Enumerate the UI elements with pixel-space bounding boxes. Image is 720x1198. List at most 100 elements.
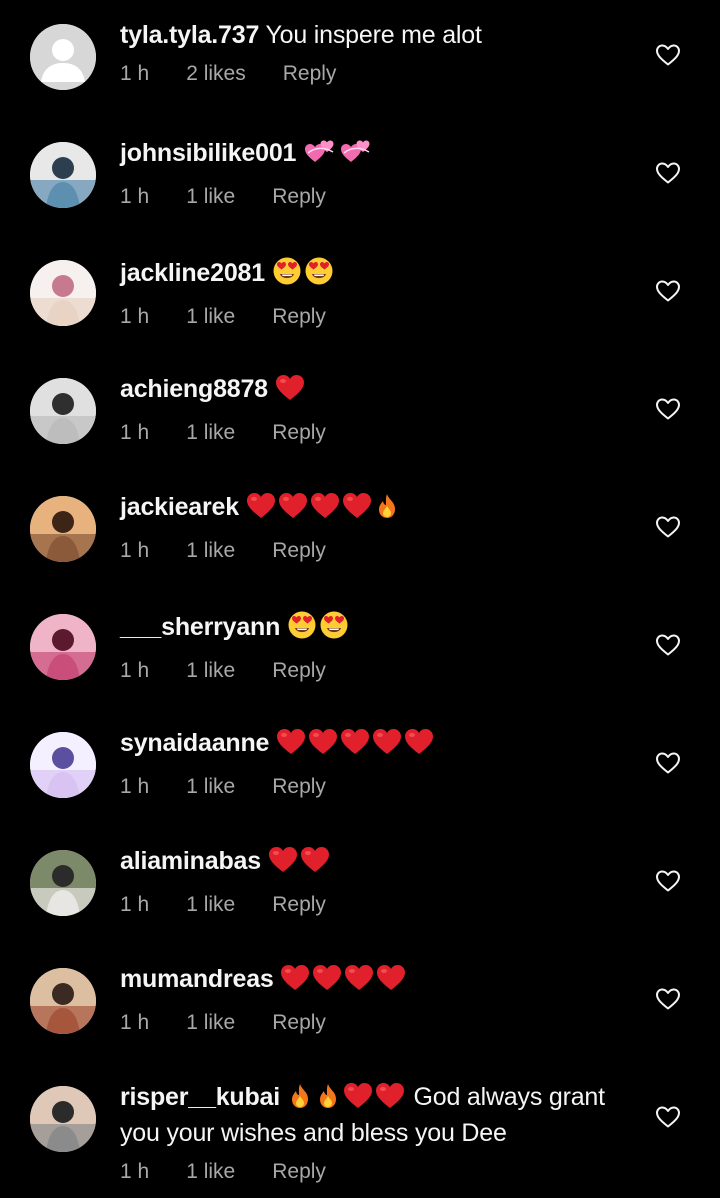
red-heart-emoji — [343, 1082, 373, 1118]
likes-count[interactable]: 1 like — [186, 658, 235, 684]
username-link[interactable]: achieng8878 — [120, 375, 268, 403]
avatar[interactable] — [30, 142, 96, 208]
likes-count[interactable]: 1 like — [186, 1159, 235, 1185]
comment-meta: 1 h 1 like Reply — [120, 658, 640, 684]
like-heart-icon[interactable] — [655, 987, 681, 1011]
like-heart-icon[interactable] — [655, 515, 681, 539]
reply-button[interactable]: Reply — [272, 420, 326, 446]
avatar[interactable] — [30, 496, 96, 562]
likes-count[interactable]: 1 like — [186, 774, 235, 800]
avatar[interactable] — [30, 378, 96, 444]
avatar[interactable] — [30, 850, 96, 916]
comment-line: jackline2081 — [120, 256, 640, 294]
timestamp: 1 h — [120, 659, 150, 682]
comment-meta: 1 h 1 like Reply — [120, 538, 640, 564]
reply-button[interactable]: Reply — [272, 892, 326, 918]
username-link[interactable]: synaidaanne — [120, 729, 269, 757]
timestamp: 1 h — [120, 62, 150, 85]
reply-button[interactable]: Reply — [283, 61, 337, 87]
username-link[interactable]: aliaminabas — [120, 847, 261, 875]
avatar[interactable] — [30, 1086, 96, 1152]
like-heart-icon[interactable] — [655, 633, 681, 657]
username-link[interactable]: jackline2081 — [120, 259, 265, 287]
comment-line: achieng8878 — [120, 374, 640, 410]
comment-line: aliaminabas — [120, 846, 640, 882]
reply-button[interactable]: Reply — [272, 538, 326, 564]
avatar[interactable] — [30, 968, 96, 1034]
like-heart-icon[interactable] — [655, 1105, 681, 1129]
avatar[interactable] — [30, 24, 96, 90]
timestamp: 1 h — [120, 1160, 150, 1183]
username-link[interactable]: risper__kubai — [120, 1083, 280, 1111]
comment-body: jackiearek 1 h 1 like Reply — [120, 492, 640, 564]
username-link[interactable]: ___sherryann — [120, 613, 280, 641]
reply-button[interactable]: Reply — [272, 1159, 326, 1185]
likes-count[interactable]: 1 like — [186, 892, 235, 918]
red-heart-emoji — [308, 728, 338, 764]
red-heart-emoji — [300, 846, 330, 882]
like-heart-icon[interactable] — [655, 43, 681, 67]
red-heart-emoji — [310, 492, 340, 528]
comment-line: risper__kubai God always grant you your … — [120, 1082, 640, 1149]
comment-body: tyla.tyla.737 You inspere me alot 1 h 2 li… — [120, 20, 640, 87]
avatar[interactable] — [30, 260, 96, 326]
comment-item: jackline2081 1 h 1 like Reply — [0, 236, 720, 354]
red-heart-emoji — [376, 964, 406, 1000]
red-heart-emoji — [280, 964, 310, 1000]
like-heart-icon[interactable] — [655, 161, 681, 185]
comment-body: jackline2081 1 h 1 like Reply — [120, 256, 640, 330]
likes-count[interactable]: 1 like — [186, 184, 235, 210]
like-heart-icon[interactable] — [655, 751, 681, 775]
comment-item: aliaminabas 1 h 1 like Reply — [0, 826, 720, 944]
red-heart-emoji — [268, 846, 298, 882]
comment-body: mumandreas 1 h 1 like Reply — [120, 964, 640, 1036]
reply-button[interactable]: Reply — [272, 774, 326, 800]
likes-count[interactable]: 1 like — [186, 538, 235, 564]
comment-body: risper__kubai God always grant you your … — [120, 1082, 640, 1185]
fire-emoji — [374, 492, 400, 528]
username-link[interactable]: mumandreas — [120, 965, 274, 993]
avatar[interactable] — [30, 732, 96, 798]
comment-line: johnsibilike001 — [120, 138, 640, 174]
comment-line: jackiearek — [120, 492, 640, 528]
revolving-hearts-emoji — [303, 138, 337, 174]
comment-line: ___sherryann — [120, 610, 640, 648]
likes-count[interactable]: 1 like — [186, 420, 235, 446]
likes-count[interactable]: 1 like — [186, 1010, 235, 1036]
comment-meta: 1 h 1 like Reply — [120, 774, 640, 800]
like-heart-icon[interactable] — [655, 397, 681, 421]
revolving-hearts-emoji — [339, 138, 373, 174]
like-heart-icon[interactable] — [655, 279, 681, 303]
reply-button[interactable]: Reply — [272, 184, 326, 210]
likes-count[interactable]: 1 like — [186, 304, 235, 330]
comment-item: jackiearek 1 h 1 like Reply — [0, 472, 720, 590]
reply-button[interactable]: Reply — [272, 1010, 326, 1036]
username-link[interactable]: jackiearek — [120, 493, 239, 521]
reply-button[interactable]: Reply — [272, 658, 326, 684]
comment-meta: 1 h 2 likes Reply — [120, 61, 640, 87]
avatar[interactable] — [30, 614, 96, 680]
comment-text: You inspere me alot — [265, 21, 482, 49]
red-heart-emoji — [246, 492, 276, 528]
comment-body: achieng8878 1 h 1 like Reply — [120, 374, 640, 446]
red-heart-emoji — [275, 374, 305, 410]
reply-button[interactable]: Reply — [272, 304, 326, 330]
comment-item: ___sherryann 1 h 1 like Reply — [0, 590, 720, 708]
comment-body: ___sherryann 1 h 1 like Reply — [120, 610, 640, 684]
timestamp: 1 h — [120, 1011, 150, 1034]
comment-meta: 1 h 1 like Reply — [120, 1159, 640, 1185]
heart-eyes-emoji — [287, 610, 317, 648]
like-heart-icon[interactable] — [655, 869, 681, 893]
username-link[interactable]: johnsibilike001 — [120, 139, 296, 167]
comment-item: synaidaanne 1 h 1 like Reply — [0, 708, 720, 826]
red-heart-emoji — [342, 492, 372, 528]
username-link[interactable]: tyla.tyla.737 — [120, 21, 259, 49]
red-heart-emoji — [344, 964, 374, 1000]
timestamp: 1 h — [120, 421, 150, 444]
comment-item: johnsibilike001 1 h 1 like Reply — [0, 118, 720, 236]
red-heart-emoji — [375, 1082, 405, 1118]
timestamp: 1 h — [120, 893, 150, 916]
heart-eyes-emoji — [272, 256, 302, 294]
heart-eyes-emoji — [304, 256, 334, 294]
likes-count[interactable]: 2 likes — [186, 61, 246, 87]
